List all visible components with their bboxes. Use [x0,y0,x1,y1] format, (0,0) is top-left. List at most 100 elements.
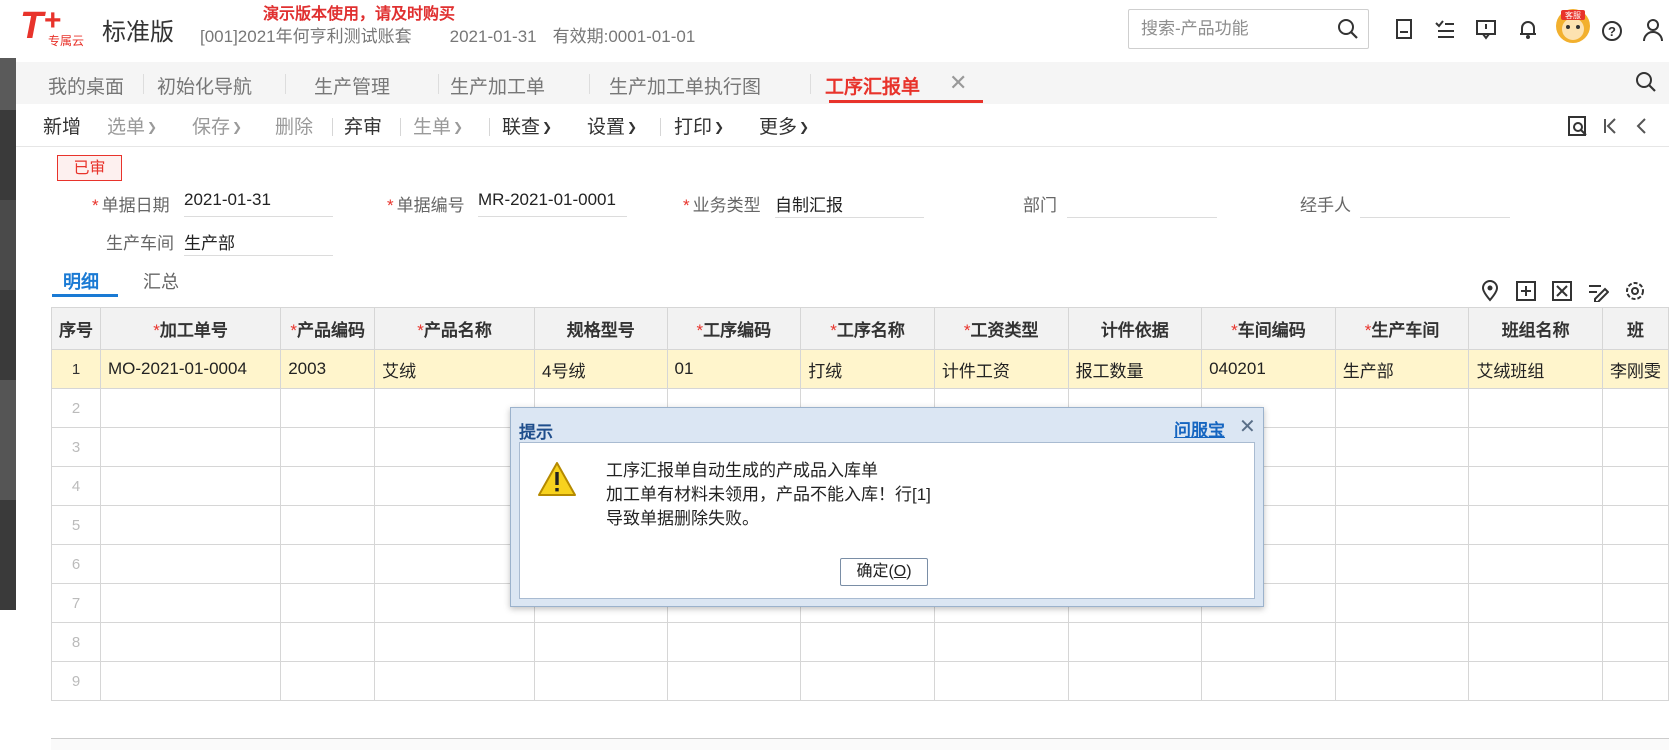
table-cell[interactable]: 2003 [280,349,376,389]
table-cell[interactable] [280,583,376,623]
table-cell[interactable] [1334,427,1470,467]
help-link[interactable]: 问服宝 [1174,416,1225,441]
column-header[interactable]: 班组名称 [1468,307,1603,350]
column-settings-icon[interactable] [1623,280,1647,302]
table-cell[interactable] [1601,427,1669,467]
table-cell[interactable] [99,583,282,623]
table-cell[interactable]: 01 [666,349,802,389]
handler-field[interactable] [1360,191,1510,218]
column-header[interactable]: *车间编码 [1201,307,1336,350]
tab-order-execution-chart[interactable]: 生产加工单执行图 [609,72,761,99]
table-cell[interactable] [933,622,1069,662]
column-header[interactable]: 计件依据 [1067,307,1203,350]
table-cell[interactable] [1334,661,1470,701]
generate-doc-button[interactable]: 生单 ❯ [413,112,463,139]
column-header[interactable]: 规格型号 [533,307,668,350]
tab-detail[interactable]: 明细 [63,268,99,294]
table-cell[interactable] [1201,661,1336,701]
batch-edit-icon[interactable] [1587,280,1609,302]
table-cell[interactable]: MO-2021-01-0004 [99,349,282,389]
table-cell[interactable] [99,427,282,467]
table-cell[interactable]: 艾绒班组 [1468,349,1603,389]
search-input[interactable] [1139,18,1333,40]
table-cell[interactable] [280,505,376,545]
column-header[interactable]: 班 [1601,307,1669,350]
tab-summary[interactable]: 汇总 [143,268,179,294]
locate-doc-icon[interactable] [1566,114,1590,138]
table-cell[interactable] [1468,427,1603,467]
close-icon[interactable]: ✕ [1239,414,1256,439]
table-cell[interactable] [1601,466,1669,506]
checklist-icon[interactable] [1434,18,1456,40]
table-cell[interactable]: 李刚雯 [1601,349,1669,389]
print-button[interactable]: 打印 ❯ [674,112,724,139]
delete-row-icon[interactable] [1551,280,1573,302]
table-cell[interactable] [1067,622,1203,662]
table-cell[interactable] [1601,388,1669,428]
table-cell[interactable] [1601,661,1669,701]
table-cell[interactable]: 040201 [1201,349,1336,389]
message-icon[interactable] [1475,18,1497,40]
table-cell[interactable] [1334,583,1470,623]
column-header[interactable]: *产品名称 [374,307,535,350]
table-cell[interactable] [933,661,1069,701]
workshop-field[interactable]: 生产部 [184,229,333,256]
delete-button[interactable]: 删除 [275,112,313,139]
new-button[interactable]: 新增 [43,112,81,139]
column-header[interactable]: *生产车间 [1334,307,1470,350]
table-cell[interactable] [1468,388,1603,428]
table-cell[interactable] [99,505,282,545]
table-cell[interactable] [280,622,376,662]
tab-search-icon[interactable] [1634,70,1658,94]
table-cell[interactable] [1468,661,1603,701]
help-icon[interactable]: ? [1601,20,1623,42]
table-cell[interactable]: 4号绒 [533,349,668,389]
table-cell[interactable] [1601,583,1669,623]
table-cell[interactable]: 计件工资 [933,349,1069,389]
column-header[interactable]: 序号 [51,307,101,350]
column-header[interactable]: *工序名称 [800,307,935,350]
table-cell[interactable] [280,466,376,506]
search-box[interactable] [1128,9,1369,49]
table-cell[interactable] [533,622,668,662]
table-cell[interactable] [99,622,282,662]
tab-process-report[interactable]: 工序汇报单 [825,72,920,99]
select-doc-button[interactable]: 选单 ❯ [107,112,157,139]
column-header[interactable]: *加工单号 [99,307,282,350]
bell-icon[interactable] [1517,18,1539,40]
table-cell[interactable] [1601,505,1669,545]
table-cell[interactable] [666,622,802,662]
table-cell[interactable]: 打绒 [800,349,935,389]
column-header[interactable]: *工资类型 [933,307,1069,350]
column-header[interactable]: *工序编码 [666,307,802,350]
table-cell[interactable] [666,661,802,701]
table-row[interactable]: 8 [51,622,1669,662]
tab-close-icon[interactable]: ✕ [949,70,967,96]
save-button[interactable]: 保存 ❯ [192,112,242,139]
table-cell[interactable] [99,388,282,428]
settings-button[interactable]: 设置 ❯ [587,112,637,139]
table-cell[interactable] [1601,622,1669,662]
table-cell[interactable] [99,466,282,506]
table-cell[interactable] [1468,505,1603,545]
customer-service-icon[interactable]: 客服 [1551,6,1595,46]
biz-type-field[interactable]: 自制汇报 [775,191,924,218]
table-cell[interactable] [1201,622,1336,662]
dept-field[interactable] [1067,191,1217,218]
table-cell[interactable] [1334,466,1470,506]
table-cell[interactable] [374,622,535,662]
table-cell[interactable] [1468,544,1603,584]
table-cell[interactable] [1067,661,1203,701]
linked-query-button[interactable]: 联查 ❯ [502,112,552,139]
ok-button[interactable]: 确定(O) [840,558,928,586]
table-cell[interactable] [1468,466,1603,506]
table-cell[interactable] [1334,505,1470,545]
tab-production-mgmt[interactable]: 生产管理 [314,72,390,99]
table-cell[interactable] [99,544,282,584]
table-cell[interactable] [374,661,535,701]
table-cell[interactable] [280,661,376,701]
previous-record-icon[interactable] [1632,114,1650,138]
doc-date-field[interactable]: 2021-01-31 [184,190,333,217]
table-cell[interactable] [1334,622,1470,662]
table-cell[interactable] [1334,544,1470,584]
